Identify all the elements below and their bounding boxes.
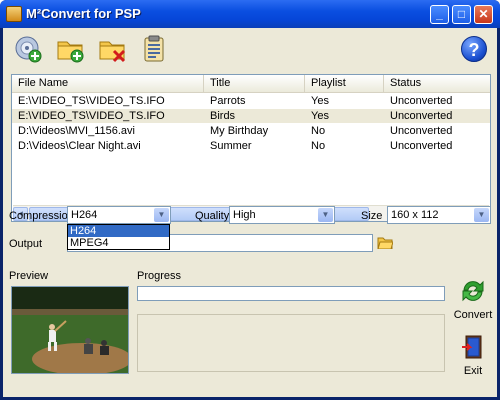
- app-window: M²Convert for PSP _ □ ✕ ? File Name Titl…: [0, 0, 500, 400]
- size-value: 160 x 112: [391, 209, 439, 221]
- size-select[interactable]: 160 x 112 ▼: [387, 206, 491, 224]
- size-label: Size: [361, 210, 383, 222]
- compression-dropdown-list: H264 MPEG4: [67, 224, 170, 250]
- table-cell-playlist: Yes: [311, 110, 329, 122]
- minimize-button[interactable]: _: [430, 5, 449, 24]
- table-row[interactable]: E:\VIDEO_TS\VIDEO_TS.IFO Parrots Yes Unconv…: [12, 94, 490, 108]
- quality-value: High: [233, 209, 256, 221]
- convert-label: Convert: [453, 309, 493, 321]
- browse-folder-icon[interactable]: [377, 236, 393, 249]
- list-button[interactable]: [139, 34, 169, 64]
- remove-folder-button[interactable]: [97, 34, 127, 64]
- table-cell-file: E:\VIDEO_TS\VIDEO_TS.IFO: [18, 95, 165, 107]
- file-list[interactable]: File Name Title Playlist Status E:\VIDEO…: [11, 74, 491, 222]
- table-cell-file: D:\Videos\MVI_1156.avi: [18, 125, 135, 137]
- quality-label: Quality: [195, 210, 230, 222]
- table-cell-status: Unconverted: [390, 110, 453, 122]
- title-bar[interactable]: M²Convert for PSP _ □ ✕: [0, 0, 500, 28]
- quality-select[interactable]: High ▼: [229, 206, 335, 224]
- column-status[interactable]: Status: [384, 75, 490, 92]
- output-label: Output: [9, 238, 43, 250]
- convert-arrows-icon: [462, 280, 484, 302]
- app-icon: [6, 6, 22, 22]
- chevron-down-icon[interactable]: ▼: [154, 208, 169, 222]
- table-cell-title: Parrots: [210, 95, 246, 107]
- table-cell-playlist: No: [311, 140, 326, 152]
- window-title: M²Convert for PSP: [26, 6, 141, 21]
- chevron-down-icon[interactable]: ▼: [318, 208, 333, 222]
- compression-option-h264[interactable]: H264: [68, 225, 169, 237]
- table-cell-title: My Birthday: [210, 125, 269, 137]
- baseball-scene-image: [12, 287, 128, 373]
- clipboard-list-icon: [144, 35, 164, 62]
- table-cell-playlist: No: [311, 125, 326, 137]
- table-row[interactable]: E:\VIDEO_TS\VIDEO_TS.IFO Birds Yes Unconver…: [12, 109, 490, 123]
- help-button[interactable]: ?: [461, 36, 487, 62]
- table-cell-title: Birds: [210, 110, 236, 122]
- add-folder-icon: [57, 41, 84, 63]
- table-row[interactable]: D:\Videos\Clear Night.avi Summer No Unconve…: [12, 139, 490, 153]
- client-area: ? File Name Title Playlist Status E:\VID…: [3, 28, 497, 397]
- progress-bar: [137, 286, 445, 301]
- add-folder-button[interactable]: [55, 34, 85, 64]
- table-cell-file: E:\VIDEO_TS\VIDEO_TS.IFO: [18, 110, 165, 122]
- column-playlist[interactable]: Playlist: [305, 75, 384, 92]
- chevron-down-icon[interactable]: ▼: [474, 208, 489, 222]
- table-cell-file: D:\Videos\Clear Night.avi: [18, 140, 141, 152]
- table-cell-playlist: Yes: [311, 95, 329, 107]
- table-cell-status: Unconverted: [390, 95, 453, 107]
- table-cell-status: Unconverted: [390, 140, 453, 152]
- remove-folder-icon: [99, 41, 126, 63]
- log-area: [137, 314, 445, 372]
- exit-door-icon: [462, 335, 482, 359]
- convert-button[interactable]: Convert: [453, 278, 493, 321]
- table-cell-status: Unconverted: [390, 125, 453, 137]
- exit-label: Exit: [463, 365, 483, 377]
- file-list-header: File Name Title Playlist Status: [12, 75, 490, 93]
- preview-image: [11, 286, 129, 374]
- compression-select[interactable]: H264 ▼: [67, 206, 171, 224]
- add-disc-icon: [15, 36, 42, 63]
- close-button[interactable]: ✕: [474, 5, 493, 24]
- exit-button[interactable]: Exit: [453, 334, 493, 377]
- preview-label: Preview: [9, 270, 49, 282]
- compression-option-mpeg4[interactable]: MPEG4: [68, 237, 169, 249]
- progress-label: Progress: [137, 270, 182, 282]
- maximize-button[interactable]: □: [452, 5, 471, 24]
- compression-label: Compression: [9, 210, 74, 222]
- table-cell-title: Summer: [210, 140, 252, 152]
- compression-value: H264: [71, 209, 98, 221]
- add-disc-button[interactable]: [13, 34, 43, 64]
- column-file-name[interactable]: File Name: [12, 75, 204, 92]
- table-row[interactable]: D:\Videos\MVI_1156.avi My Birthday No Uncon…: [12, 124, 490, 138]
- column-title[interactable]: Title: [204, 75, 305, 92]
